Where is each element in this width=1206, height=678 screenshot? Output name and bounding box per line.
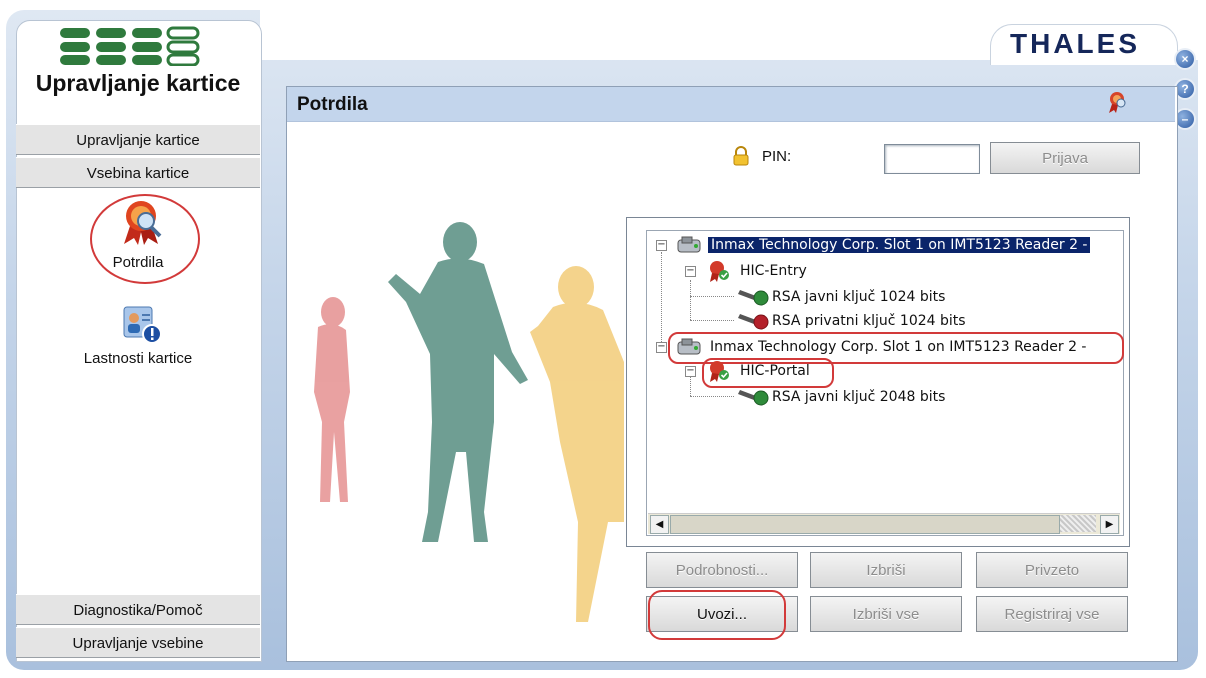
tree-line (690, 396, 734, 397)
tree-item[interactable]: Inmax Technology Corp. Slot 1 on IMT5123… (708, 232, 1091, 258)
tree-line (661, 252, 662, 348)
pin-label: PIN: (762, 148, 792, 165)
tree-expander[interactable]: − (656, 342, 667, 353)
public-key-icon (736, 384, 770, 406)
tree-line (690, 280, 691, 320)
tree-item[interactable]: RSA javni ključ 1024 bits (772, 284, 945, 310)
annotation-box (648, 590, 786, 640)
tree-expander[interactable]: − (685, 266, 696, 277)
nav-vsebina-kartice[interactable]: Vsebina kartice (16, 157, 260, 188)
sidebar-link-lastnosti-kartice[interactable]: Lastnosti kartice (16, 350, 260, 367)
certificate-icon (706, 258, 732, 284)
lock-icon (732, 146, 750, 166)
nav-upravljanje-vsebine[interactable]: Upravljanje vsebine (16, 627, 260, 658)
public-key-icon (736, 284, 770, 306)
page-title: Potrdila (297, 94, 368, 115)
tree-line (690, 320, 734, 321)
tree-expander[interactable]: − (685, 366, 696, 377)
scroll-right-arrow[interactable]: ▶ (1100, 515, 1119, 534)
scroll-left-arrow[interactable]: ◀ (650, 515, 669, 534)
tree-line (690, 376, 691, 396)
annotation-circle (90, 194, 200, 284)
app-logo (58, 22, 218, 67)
tree-item[interactable]: HIC-Entry (740, 258, 807, 284)
close-icon[interactable]: × (1176, 50, 1194, 68)
tree-item[interactable]: RSA javni ključ 2048 bits (772, 384, 945, 410)
nav-upravljanje-kartice[interactable]: Upravljanje kartice (16, 124, 260, 155)
login-button[interactable]: Prijava (990, 142, 1140, 174)
minimize-icon[interactable]: – (1176, 110, 1194, 128)
delete-all-button[interactable]: Izbriši vse (810, 596, 962, 632)
card-properties-icon[interactable] (122, 304, 162, 344)
brand-logo: THALES (1010, 28, 1140, 59)
delete-button[interactable]: Izbriši (810, 552, 962, 588)
main-header (287, 87, 1175, 122)
default-button[interactable]: Privzeto (976, 552, 1128, 588)
private-key-icon (736, 308, 770, 330)
header-certificate-icon (1106, 90, 1130, 114)
people-illustration (288, 122, 624, 658)
card-reader-icon (674, 234, 704, 256)
help-icon[interactable]: ? (1176, 80, 1194, 98)
scroll-track (1060, 515, 1096, 532)
tree-line (690, 296, 734, 297)
tree-item[interactable]: RSA privatni ključ 1024 bits (772, 308, 966, 334)
scroll-thumb[interactable] (670, 515, 1060, 534)
nav-diagnostika-pomoc[interactable]: Diagnostika/Pomoč (16, 594, 260, 625)
pin-input[interactable] (884, 144, 980, 174)
details-button[interactable]: Podrobnosti... (646, 552, 798, 588)
tree-expander[interactable]: − (656, 240, 667, 251)
register-all-button[interactable]: Registriraj vse (976, 596, 1128, 632)
app-title: Upravljanje kartice (35, 70, 241, 96)
